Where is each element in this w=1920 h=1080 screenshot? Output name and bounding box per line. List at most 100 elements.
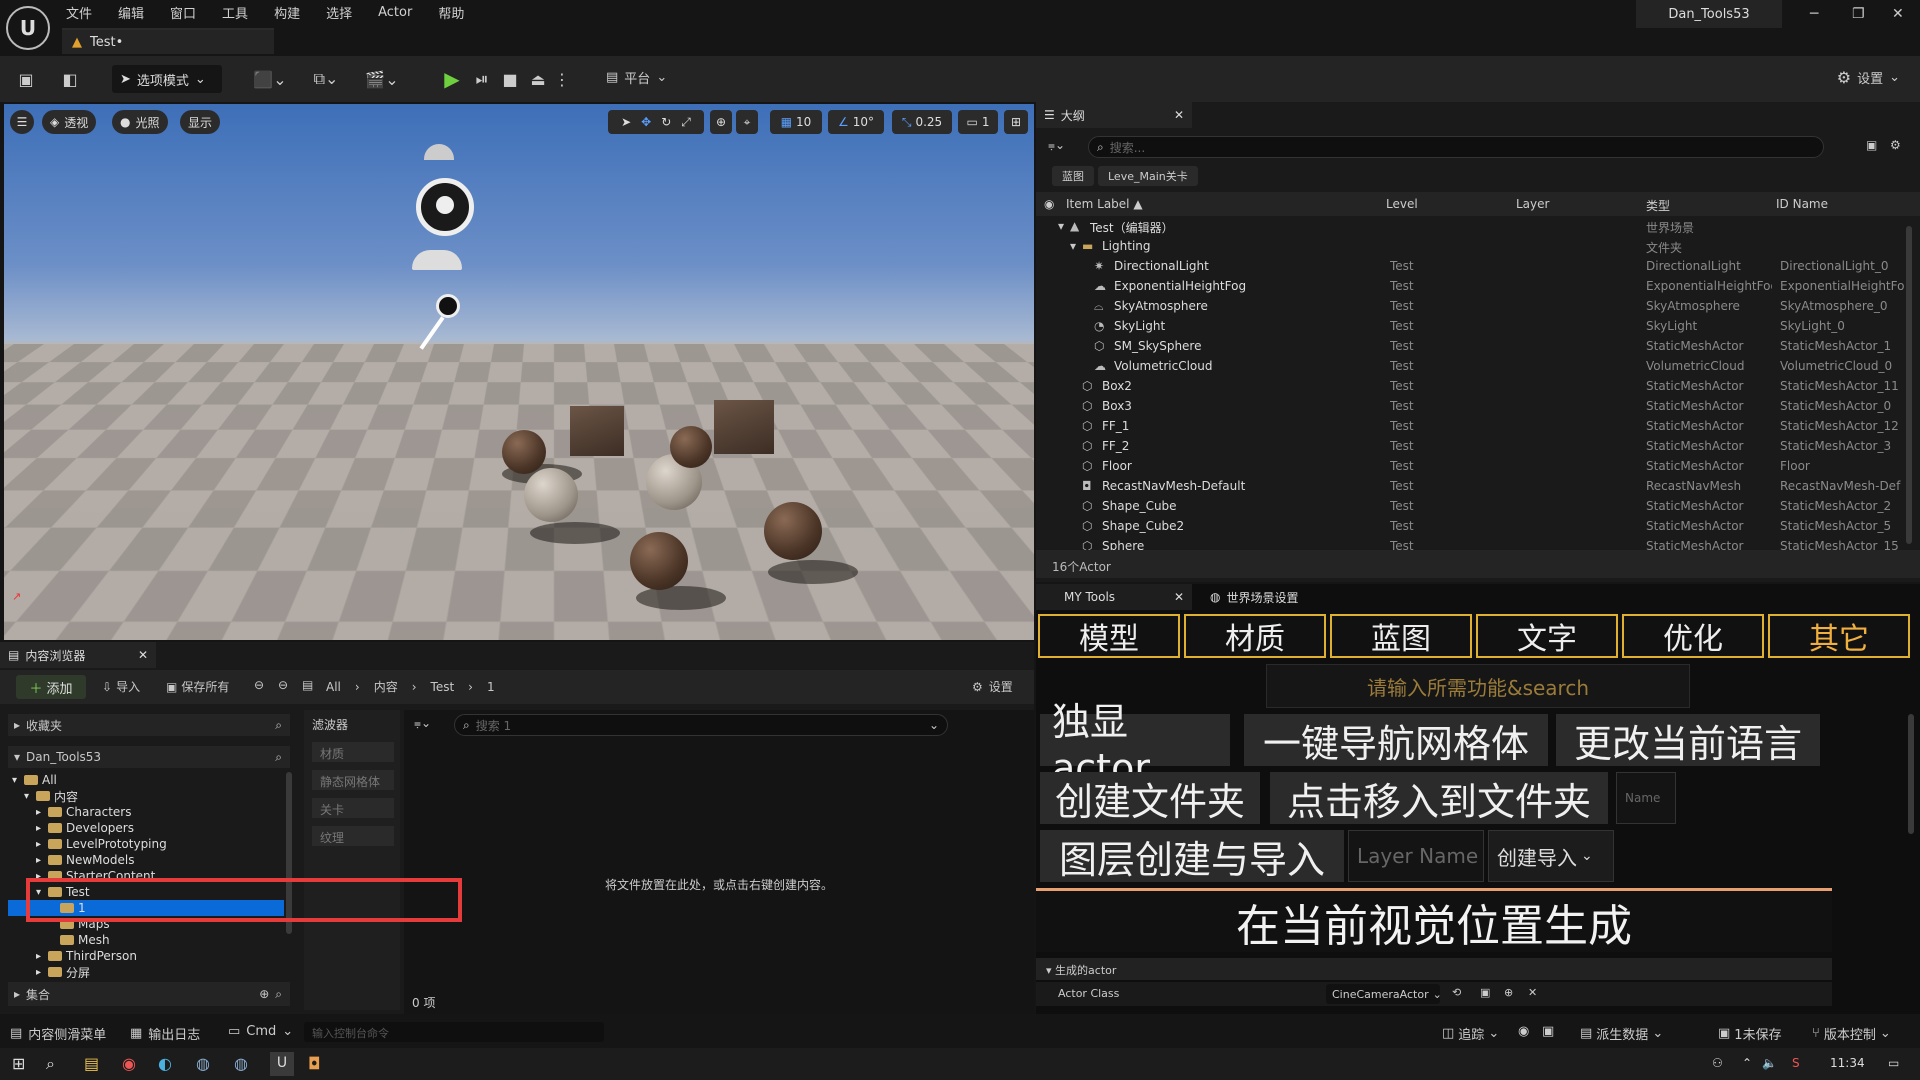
content-browser-tab[interactable]: ▤ 内容浏览器 ✕ bbox=[0, 642, 156, 668]
scale-icon[interactable]: ⤢ bbox=[681, 115, 691, 130]
add-button[interactable]: ＋添加 bbox=[16, 675, 86, 699]
sky-atmosphere-gizmo[interactable] bbox=[424, 144, 454, 160]
clock[interactable]: 11:34 bbox=[1830, 1056, 1865, 1070]
breadcrumb-content[interactable]: 内容 bbox=[374, 678, 398, 695]
outliner-search-input[interactable]: ⌕ 搜索... bbox=[1088, 136, 1824, 158]
table-row[interactable]: ◘ RecastNavMesh-Default Test RecastNavMesh R… bbox=[1036, 476, 1906, 496]
sphere-mesh[interactable] bbox=[630, 532, 688, 590]
tree-item[interactable]: ▸ NewModels bbox=[8, 852, 284, 868]
reset-icon[interactable]: ⟲ bbox=[1452, 986, 1461, 999]
table-row[interactable]: ◔ SkyLight Test SkyLight SkyLight_0 bbox=[1036, 316, 1906, 336]
my-tools-tab[interactable]: MY Tools ✕ bbox=[1036, 584, 1192, 610]
platform-menu[interactable]: ▤ 平台 ⌄ bbox=[606, 68, 667, 87]
derived-data-button[interactable]: ▤ 派生数据 ⌄ bbox=[1580, 1024, 1663, 1043]
chevron-right-icon[interactable]: ▸ bbox=[36, 807, 44, 818]
category-blueprint[interactable]: 蓝图 bbox=[1330, 614, 1472, 658]
table-row[interactable]: ☁ ExponentialHeightFog Test ExponentialHeig… bbox=[1036, 276, 1906, 296]
asset-view[interactable]: ⩦⌄ ⌕ 搜索 1 ⌄ 将文件放置在此处，或点击右键创建内容。 0 项 bbox=[404, 710, 1034, 1014]
back-icon[interactable]: ⊖ bbox=[254, 678, 264, 692]
import-button[interactable]: ⇩ 导入 bbox=[102, 678, 140, 695]
menu-tools[interactable]: 工具 bbox=[222, 3, 248, 22]
more-options-icon[interactable]: ⋮ bbox=[554, 66, 570, 92]
search-icon[interactable]: ⌕ bbox=[275, 987, 282, 1002]
chevron-down-icon[interactable]: ⌄ bbox=[929, 718, 939, 732]
eject-icon[interactable]: ⏏ bbox=[526, 66, 550, 92]
box-mesh[interactable] bbox=[714, 400, 774, 454]
tree-item[interactable]: ▾ 内容 bbox=[8, 788, 284, 804]
restore-icon[interactable]: ❐ bbox=[1852, 6, 1865, 22]
level-viewport[interactable]: ☰ ◈ 透视 ● 光照 显示 ➤ ✥ ↻ ⤢ ⊕ ⌖ ▦ 10 ∠ 10° ⤡ 0.25 … bbox=[4, 104, 1034, 640]
category-model[interactable]: 模型 bbox=[1038, 614, 1180, 658]
breadcrumb-all[interactable]: All bbox=[326, 680, 341, 694]
table-row[interactable]: ⬡ Floor Test StaticMeshActor Floor bbox=[1036, 456, 1906, 476]
rough-sphere-mesh[interactable] bbox=[524, 468, 578, 522]
save-icon[interactable]: ▣ bbox=[14, 66, 38, 92]
category-other[interactable]: 其它 bbox=[1768, 614, 1910, 658]
tree-item[interactable]: ▸ ThirdPerson bbox=[8, 948, 284, 964]
table-row[interactable]: ⬡ Shape_Cube Test StaticMeshActor StaticMesh… bbox=[1036, 496, 1906, 516]
collections-header[interactable]: ▸ 集合 ⊕ ⌕ bbox=[8, 982, 290, 1006]
chevron-right-icon[interactable]: ▸ bbox=[36, 839, 44, 850]
console-input[interactable]: 输入控制台命令 bbox=[304, 1022, 604, 1042]
table-row[interactable]: ✷ DirectionalLight Test DirectionalLight Dir… bbox=[1036, 256, 1906, 276]
tree-item[interactable]: Mesh bbox=[8, 932, 284, 948]
perspective-button[interactable]: ◈ 透视 bbox=[42, 110, 96, 134]
fog-gizmo[interactable] bbox=[412, 250, 462, 270]
col-layer[interactable]: Layer bbox=[1516, 197, 1549, 211]
move-to-folder-button[interactable]: 点击移入到文件夹 bbox=[1270, 772, 1608, 824]
filter-chip-blueprint[interactable]: 蓝图 bbox=[1052, 166, 1094, 186]
file-explorer-icon[interactable]: ▤ bbox=[84, 1054, 99, 1073]
app-icon[interactable]: ◍ bbox=[234, 1054, 248, 1073]
breadcrumb-test[interactable]: Test bbox=[431, 680, 455, 694]
table-row[interactable]: ▾ ▲ Test（编辑器） 世界场景 bbox=[1036, 216, 1906, 236]
ime-icon[interactable]: S bbox=[1792, 1056, 1800, 1070]
category-text[interactable]: 文字 bbox=[1476, 614, 1618, 658]
notification-icon[interactable]: ▭ bbox=[1888, 1056, 1899, 1070]
world-space-icon[interactable]: ⊕ bbox=[710, 110, 732, 134]
level-tab[interactable]: ▲ Test• bbox=[62, 28, 274, 54]
add-icon[interactable]: ⊕ bbox=[259, 987, 269, 1001]
box-mesh[interactable] bbox=[570, 406, 624, 456]
spawn-at-view-button[interactable]: 在当前视觉位置生成 bbox=[1036, 888, 1832, 952]
category-optimize[interactable]: 优化 bbox=[1622, 614, 1764, 658]
cinematics-icon[interactable]: 🎬⌄ bbox=[362, 66, 402, 92]
project-header[interactable]: ▾ Dan_Tools53 ⌕ bbox=[8, 746, 290, 768]
stop-icon[interactable]: ■ bbox=[498, 66, 522, 92]
chevron-down-icon[interactable]: ▾ bbox=[12, 775, 20, 786]
menu-file[interactable]: 文件 bbox=[66, 3, 92, 22]
navmesh-button[interactable]: 一键导航网格体 bbox=[1244, 714, 1548, 766]
gear-icon[interactable]: ⚙ bbox=[1890, 138, 1901, 152]
move-icon[interactable]: ✥ bbox=[641, 115, 651, 129]
show-button[interactable]: 显示 bbox=[180, 110, 220, 134]
folder-name-input[interactable]: Name bbox=[1616, 772, 1676, 824]
maximize-viewport-icon[interactable]: ⊞ bbox=[1004, 110, 1028, 134]
search-icon[interactable]: ⌕ bbox=[46, 1054, 55, 1074]
clear-icon[interactable]: ✕ bbox=[1528, 986, 1537, 999]
output-log-button[interactable]: ▦ 输出日志 bbox=[130, 1024, 200, 1043]
table-row[interactable]: ⬡ FF_1 Test StaticMeshActor StaticMeshActor_… bbox=[1036, 416, 1906, 436]
step-icon[interactable]: ⏯ bbox=[470, 66, 494, 92]
layer-create-button[interactable]: 图层创建与导入 bbox=[1040, 830, 1344, 882]
table-row[interactable]: ▾ ▬ Lighting 文件夹 bbox=[1036, 236, 1906, 256]
mode-select-button[interactable]: ➤ 选项模式 ⌄ bbox=[112, 65, 222, 93]
content-drawer-button[interactable]: ▤ 内容侧滑菜单 bbox=[10, 1024, 106, 1043]
col-level[interactable]: Level bbox=[1386, 197, 1418, 211]
app-icon[interactable]: ◘ bbox=[308, 1054, 321, 1073]
tree-item[interactable]: ▸ 分屏 bbox=[8, 964, 284, 978]
filter-texture[interactable]: 纹理 bbox=[312, 826, 394, 846]
directional-light-gizmo[interactable] bbox=[436, 294, 460, 318]
col-item-label[interactable]: Item Label ▲ bbox=[1066, 197, 1143, 211]
blueprint-icon[interactable]: ⧉⌄ bbox=[306, 66, 346, 92]
select-icon[interactable]: ➤ bbox=[621, 115, 631, 129]
table-row[interactable]: ⌓ SkyAtmosphere Test SkyAtmosphere SkyAtmosp… bbox=[1036, 296, 1906, 316]
surface-snap-icon[interactable]: ⌖ bbox=[736, 110, 758, 134]
generated-actor-section[interactable]: ▾ 生成的actor bbox=[1036, 958, 1832, 980]
chevron-up-icon[interactable]: ⌃ bbox=[1742, 1056, 1752, 1070]
trace-button[interactable]: ◫ 追踪 ⌄ bbox=[1442, 1024, 1499, 1043]
chevron-right-icon[interactable]: ▸ bbox=[36, 855, 44, 866]
play-icon[interactable]: ▶ bbox=[440, 66, 464, 92]
add-icon[interactable]: ⊕ bbox=[1504, 986, 1513, 999]
category-material[interactable]: 材质 bbox=[1184, 614, 1326, 658]
close-icon[interactable]: ✕ bbox=[1174, 590, 1184, 604]
cb-settings-button[interactable]: ⚙ 设置 bbox=[972, 678, 1013, 695]
